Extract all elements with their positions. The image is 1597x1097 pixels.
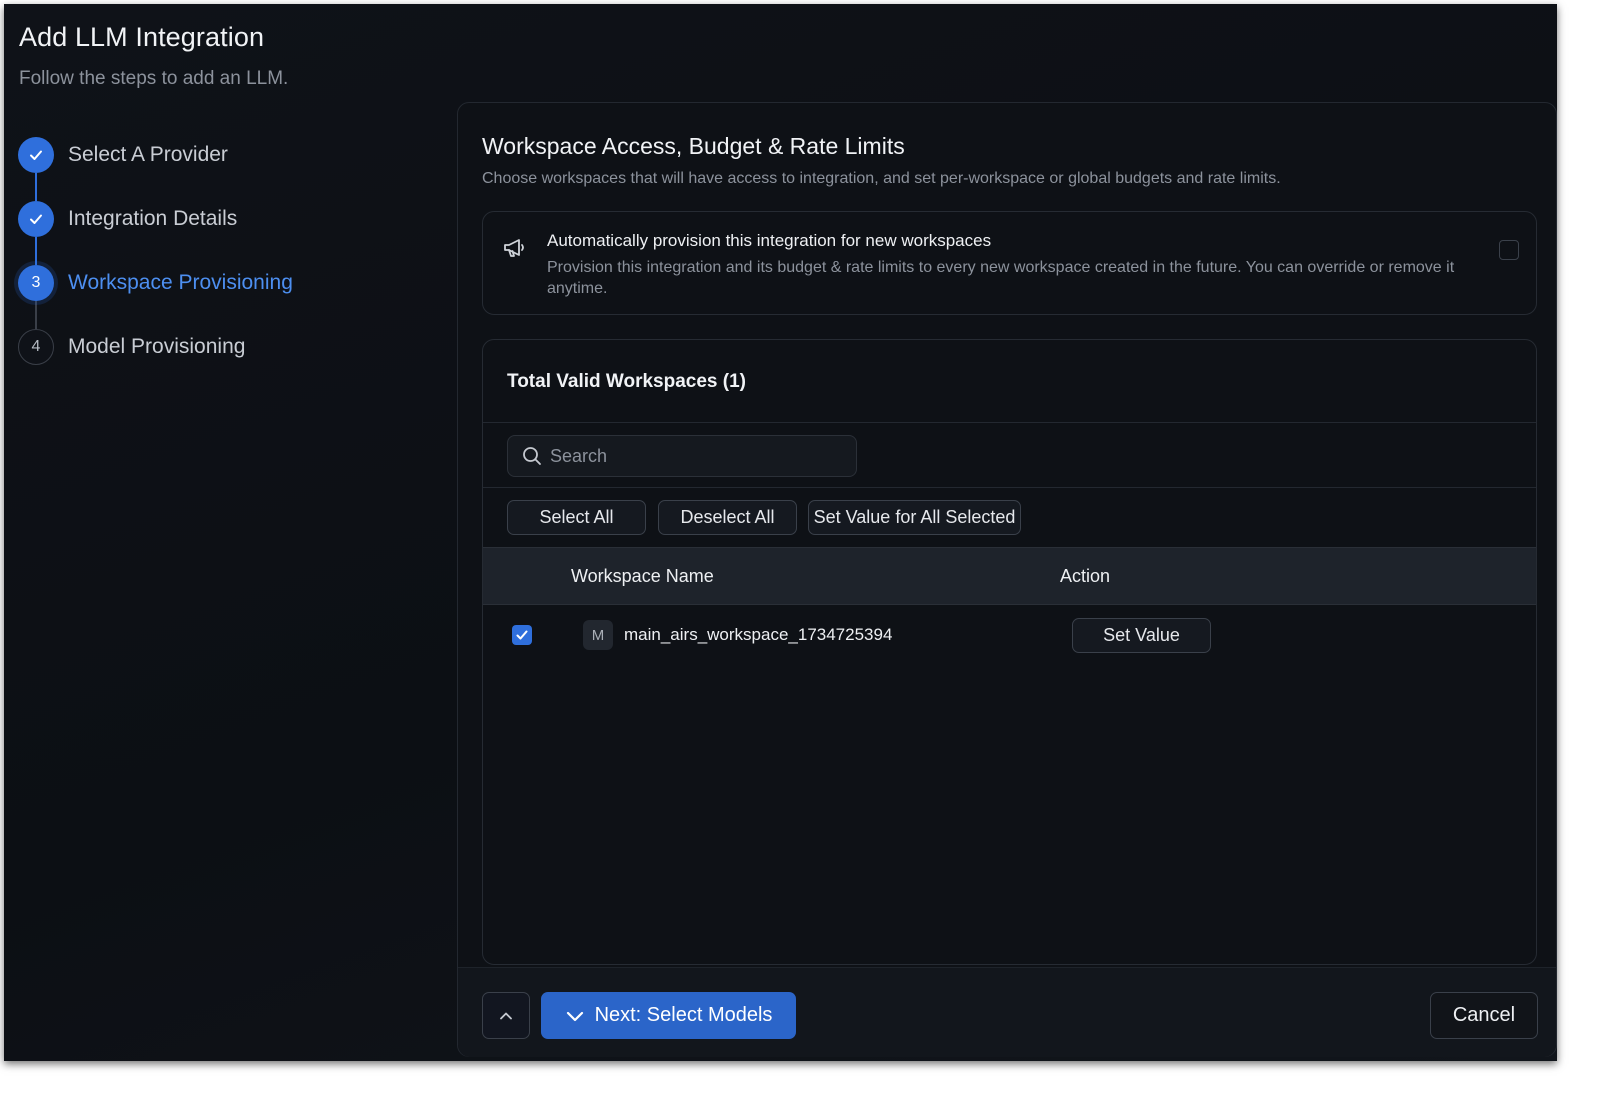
step-select-provider[interactable]: Select A Provider: [18, 137, 438, 201]
workspace-avatar: M: [583, 620, 613, 650]
auto-provision-checkbox[interactable]: [1499, 240, 1519, 260]
workspaces-card: Total Valid Workspaces (1) Select All De…: [482, 339, 1537, 965]
next-button-label: Next: Select Models: [594, 1004, 773, 1026]
table-header: Workspace Name Action: [483, 547, 1536, 605]
chevron-up-icon: [500, 1012, 512, 1019]
step-connector: [35, 301, 37, 329]
next-button[interactable]: Next: Select Models: [541, 992, 796, 1039]
step-integration-details[interactable]: Integration Details: [18, 201, 438, 265]
page-header: Add LLM Integration Follow the steps to …: [19, 22, 288, 90]
set-value-all-button[interactable]: Set Value for All Selected: [808, 500, 1021, 535]
step-connector: [35, 173, 37, 201]
step-connector: [35, 237, 37, 265]
footer-bar: Next: Select Models Cancel: [458, 967, 1556, 1057]
page-subtitle: Follow the steps to add an LLM.: [19, 68, 289, 89]
workspaces-title: Total Valid Workspaces (1): [507, 371, 746, 392]
step-number: 3: [18, 265, 54, 301]
divider: [483, 487, 1536, 488]
search-icon: [523, 447, 541, 465]
stepper: Select A Provider Integration Details 3 …: [18, 137, 438, 393]
auto-provision-card: Automatically provision this integration…: [482, 211, 1537, 315]
check-icon: [516, 630, 528, 640]
page-title: Add LLM Integration: [19, 22, 265, 52]
select-all-button[interactable]: Select All: [507, 500, 646, 535]
auto-provision-description: Provision this integration and its budge…: [547, 259, 1455, 297]
step-label: Model Provisioning: [68, 335, 246, 358]
step-model-provisioning[interactable]: 4 Model Provisioning: [18, 329, 438, 393]
step-number: 4: [18, 329, 54, 365]
chevron-down-icon: [566, 1011, 583, 1021]
main-panel: Workspace Access, Budget & Rate Limits C…: [457, 102, 1557, 1057]
set-value-button[interactable]: Set Value: [1072, 618, 1211, 653]
workspace-name: main_airs_workspace_1734725394: [624, 625, 893, 644]
cancel-button[interactable]: Cancel: [1430, 992, 1538, 1039]
step-label: Integration Details: [68, 207, 238, 230]
section-description: Choose workspaces that will have access …: [482, 170, 1281, 187]
row-checkbox[interactable]: [512, 625, 532, 645]
table-row: M main_airs_workspace_1734725394 Set Val…: [483, 606, 1536, 666]
search-input[interactable]: [550, 445, 830, 467]
megaphone-icon: [501, 234, 529, 262]
search-box[interactable]: [507, 435, 857, 477]
dialog-window: Add LLM Integration Follow the steps to …: [4, 4, 1557, 1061]
check-icon: [18, 201, 54, 237]
check-icon: [18, 137, 54, 173]
step-label: Select A Provider: [68, 143, 228, 166]
previous-step-button[interactable]: [482, 992, 530, 1039]
auto-provision-title: Automatically provision this integration…: [547, 231, 992, 250]
column-header-action: Action: [1060, 566, 1111, 586]
deselect-all-button[interactable]: Deselect All: [658, 500, 797, 535]
column-header-workspace-name: Workspace Name: [571, 566, 714, 586]
step-label: Workspace Provisioning: [68, 271, 293, 294]
step-workspace-provisioning[interactable]: 3 Workspace Provisioning: [18, 265, 438, 329]
section-title: Workspace Access, Budget & Rate Limits: [482, 133, 905, 159]
divider: [483, 422, 1536, 423]
